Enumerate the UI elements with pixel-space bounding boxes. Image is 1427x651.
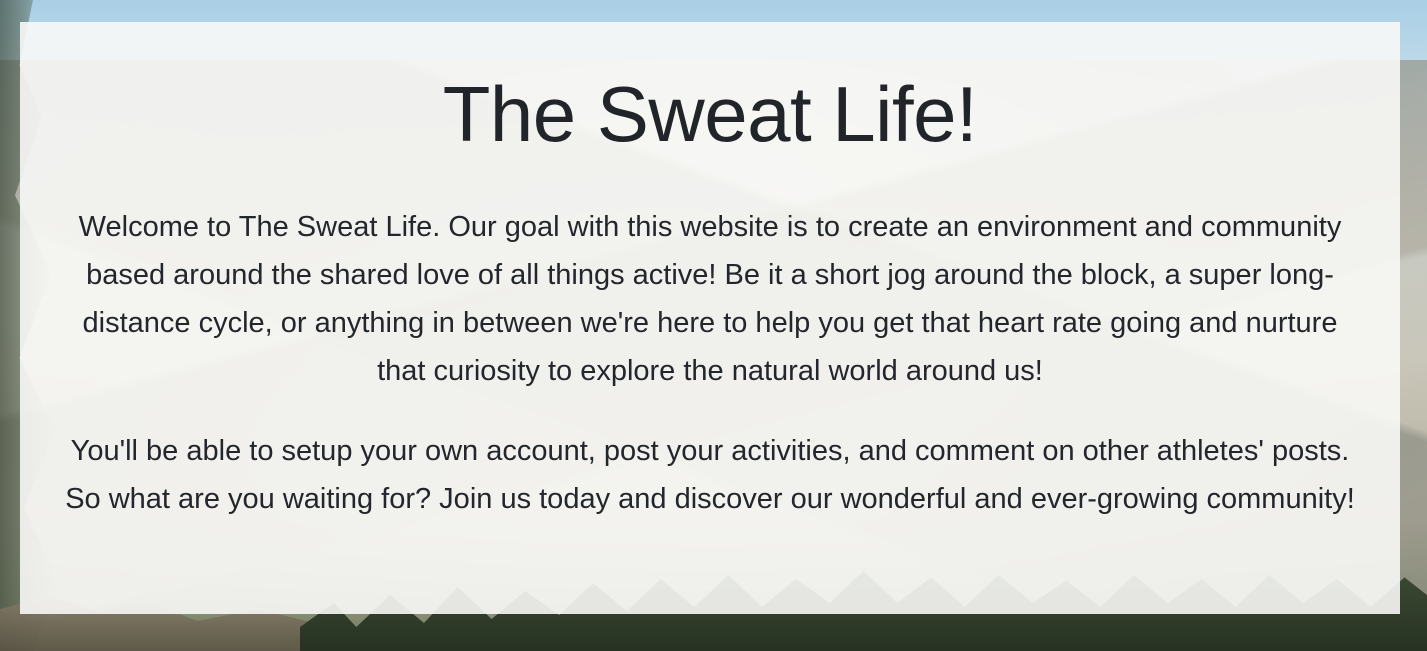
page-title: The Sweat Life! bbox=[442, 70, 978, 158]
intro-paragraph: Welcome to The Sweat Life. Our goal with… bbox=[78, 211, 1342, 387]
welcome-card: The Sweat Life! Welcome to The Sweat Lif… bbox=[20, 22, 1400, 614]
features-paragraph: You'll be able to setup your own account… bbox=[65, 435, 1355, 515]
